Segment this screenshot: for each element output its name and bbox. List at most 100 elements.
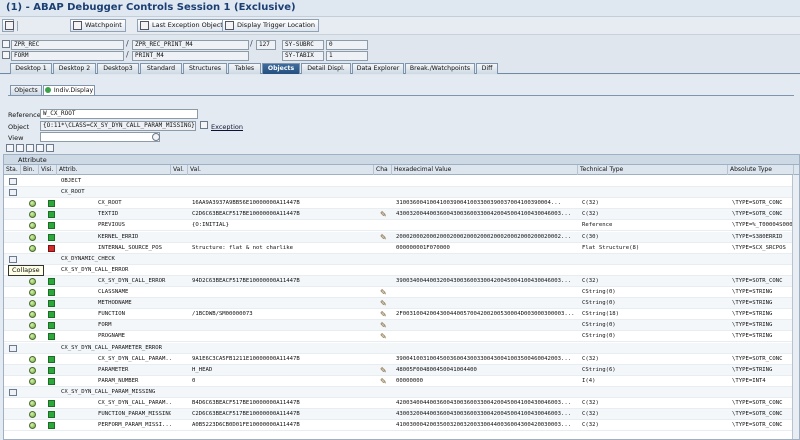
- col-visi[interactable]: Visi.: [39, 165, 57, 175]
- attribute-row[interactable]: PERFORM_PARAM_MISSI... A0B5223D6CB0D01FE1…: [4, 420, 799, 432]
- navigate-icon[interactable]: [29, 289, 36, 296]
- change-pencil-icon[interactable]: ✎: [380, 288, 389, 297]
- last-exception-object-button[interactable]: Last Exception Object: [137, 19, 227, 32]
- event-type-field[interactable]: FORM: [11, 51, 124, 61]
- toolbar-icon-button[interactable]: [2, 19, 14, 32]
- attribute-row[interactable]: CX_SY_DYN_CALL_ERROR 94D2C63BEACF517BE100…: [4, 275, 799, 287]
- navigate-icon[interactable]: [29, 366, 36, 374]
- group-row[interactable]: OBJECT: [4, 176, 799, 187]
- col-val[interactable]: Val.: [188, 165, 374, 175]
- navigate-icon[interactable]: [29, 277, 36, 285]
- expand-node-icon[interactable]: [9, 178, 17, 185]
- navigate-icon[interactable]: [29, 422, 36, 430]
- detail-icon[interactable]: [6, 144, 14, 152]
- display-trigger-location-button[interactable]: Display Trigger Location: [222, 19, 319, 32]
- tab-structures[interactable]: Structures: [183, 63, 227, 74]
- navigate-icon[interactable]: [29, 333, 36, 341]
- attribute-row[interactable]: CX_SY_DYN_CALL_PARAM... B4D6C63BEACF517BE…: [4, 398, 799, 409]
- attribute-value[interactable]: 0: [190, 376, 374, 387]
- navigate-icon[interactable]: [29, 311, 36, 319]
- subtab-objects[interactable]: Objects: [10, 85, 42, 95]
- event-field[interactable]: PRINT_M4: [132, 51, 249, 61]
- change-pencil-icon[interactable]: ✎: [380, 332, 389, 341]
- change-pencil-icon[interactable]: ✎: [380, 299, 389, 308]
- attribute-row[interactable]: METHODNAME ✎ CString(0) \TYPE=STRING: [4, 298, 799, 310]
- watchpoint-button[interactable]: Watchpoint: [70, 19, 126, 32]
- change-pencil-icon[interactable]: ✎: [380, 377, 389, 386]
- attribute-row[interactable]: CX_SY_DYN_CALL_PARAM... 9A1E6C3CA5FB1211E…: [4, 354, 799, 365]
- tab-diff[interactable]: Diff: [476, 63, 498, 74]
- tab-desktop-2[interactable]: Desktop 2: [53, 63, 96, 74]
- col-hex[interactable]: Hexadecimal Value: [392, 165, 578, 175]
- program-field[interactable]: ZPR_REC: [11, 40, 124, 50]
- object-field[interactable]: {O:11*\CLASS=CX_SY_DYN_CALL_PARAM_MISSIN…: [40, 121, 196, 131]
- attribute-row[interactable]: TEXTID C2D6C63BEACF517BE10000000A11447B ✎ 4…: [4, 209, 799, 221]
- attribute-row[interactable]: PROGNAME ✎ CString(0) \TYPE=STRING: [4, 331, 799, 343]
- group-row[interactable]: CX_SY_DYN_CALL_PARAM_MISSING: [4, 386, 799, 398]
- attribute-row[interactable]: PARAM_NUMBER 0 ✎ 00000000 I(4) \TYPE=INT4: [4, 376, 799, 387]
- group-row[interactable]: CX_DYNAMIC_CHECK: [4, 253, 799, 265]
- change-pencil-icon[interactable]: ✎: [380, 233, 389, 242]
- col-sta[interactable]: Sta.: [4, 165, 21, 175]
- expand-node-icon[interactable]: [9, 189, 17, 197]
- reference-input[interactable]: W_CX_ROOT: [40, 109, 198, 119]
- attribute-value[interactable]: C2D6C63BEACF517BE10000000A11447B: [190, 409, 374, 420]
- col-val-short[interactable]: Val.: [171, 165, 188, 175]
- attribute-value[interactable]: A0B5223D6CB0D01FE10000000A11447B: [190, 420, 374, 431]
- navigate-icon[interactable]: [29, 300, 36, 308]
- attribute-row[interactable]: CLASSNAME ✎ CString(0) \TYPE=STRING: [4, 287, 799, 298]
- vertical-scrollbar[interactable]: [792, 175, 799, 439]
- navigate-icon[interactable]: [29, 400, 36, 407]
- change-pencil-icon[interactable]: ✎: [380, 310, 389, 319]
- expand-node-icon[interactable]: [9, 255, 17, 263]
- tab-data-explorer[interactable]: Data Explorer: [352, 63, 404, 74]
- attribute-row[interactable]: PARAMETER H_HEAD ✎ 48005F004800450041004400…: [4, 364, 799, 376]
- attribute-value[interactable]: /1BCDWB/SM00000073: [190, 309, 374, 320]
- navigate-icon[interactable]: [29, 211, 36, 219]
- tab-standard[interactable]: Standard: [140, 63, 182, 74]
- change-pencil-icon[interactable]: ✎: [380, 366, 389, 375]
- settings-icon[interactable]: [46, 144, 54, 152]
- attribute-row[interactable]: KERNEL_ERRID ✎ 200020002000200020002000200…: [4, 231, 799, 243]
- col-attrib[interactable]: Attrib.: [57, 165, 171, 175]
- change-pencil-icon[interactable]: ✎: [380, 210, 389, 219]
- attribute-value[interactable]: [190, 287, 374, 298]
- attribute-value[interactable]: C2D6C63BEACF517BE10000000A11447B: [190, 209, 374, 220]
- navigate-icon[interactable]: [29, 322, 36, 330]
- navigate-icon[interactable]: [29, 200, 36, 208]
- attribute-value[interactable]: [190, 320, 374, 331]
- attribute-row[interactable]: PREVIOUS {O:INITIAL} Reference \TYPE=%_T000…: [4, 220, 799, 232]
- col-cha[interactable]: Cha: [374, 165, 392, 175]
- attribute-value[interactable]: {O:INITIAL}: [190, 220, 374, 231]
- navigate-icon[interactable]: [29, 244, 36, 252]
- navigate-icon[interactable]: [29, 233, 36, 241]
- view-select[interactable]: [40, 132, 160, 142]
- attribute-value[interactable]: B4D6C63BEACF517BE10000000A11447B: [190, 398, 374, 409]
- navigate-icon[interactable]: [29, 377, 36, 385]
- col-technical-type[interactable]: Technical Type: [578, 165, 728, 175]
- include-field[interactable]: ZPR_REC_PRINT_M4: [132, 40, 249, 50]
- attribute-value[interactable]: Structure: flat & not charlike: [190, 243, 374, 254]
- attribute-row[interactable]: CX_ROOT 16AA9A3937A9BB56E10000000A11447B 3…: [4, 198, 799, 210]
- attribute-value[interactable]: 16AA9A3937A9BB56E10000000A11447B: [190, 198, 374, 209]
- attribute-row[interactable]: FUNCTION_PARAM_MISSING C2D6C63BEACF517BE1…: [4, 409, 799, 421]
- tab-desktop-1[interactable]: Desktop 1: [10, 63, 52, 74]
- line-field[interactable]: 127: [256, 40, 276, 50]
- group-row[interactable]: CX_SY_DYN_CALL_ERROR: [4, 265, 799, 276]
- attribute-value[interactable]: [190, 298, 374, 309]
- filter-icon[interactable]: [16, 144, 24, 152]
- navigate-icon[interactable]: [29, 355, 36, 363]
- col-bin[interactable]: Bin.: [21, 165, 39, 175]
- collapse-icon[interactable]: [36, 144, 44, 152]
- group-row[interactable]: CX_SY_DYN_CALL_PARAMETER_ERROR: [4, 342, 799, 354]
- expand-node-icon[interactable]: [9, 344, 17, 352]
- attribute-row[interactable]: FORM ✎ CString(0) \TYPE=STRING: [4, 320, 799, 332]
- attribute-row[interactable]: FUNCTION/1BCDWB/SM00000073 ✎ 2F00310042004…: [4, 309, 799, 321]
- expand-icon[interactable]: [26, 144, 34, 152]
- attribute-row[interactable]: INTERNAL_SOURCE_POS Structure: flat & not…: [4, 243, 799, 254]
- tab-desktop3[interactable]: Desktop3: [97, 63, 139, 74]
- attribute-value[interactable]: 9A1E6C3CA5FB1211E10000000A11447B: [190, 354, 374, 365]
- tab-break-watchpoints[interactable]: Break./Watchpoints: [405, 63, 475, 74]
- attribute-value[interactable]: 94D2C63BEACF517BE10000000A11447B: [190, 276, 374, 287]
- navigate-icon[interactable]: [29, 411, 36, 419]
